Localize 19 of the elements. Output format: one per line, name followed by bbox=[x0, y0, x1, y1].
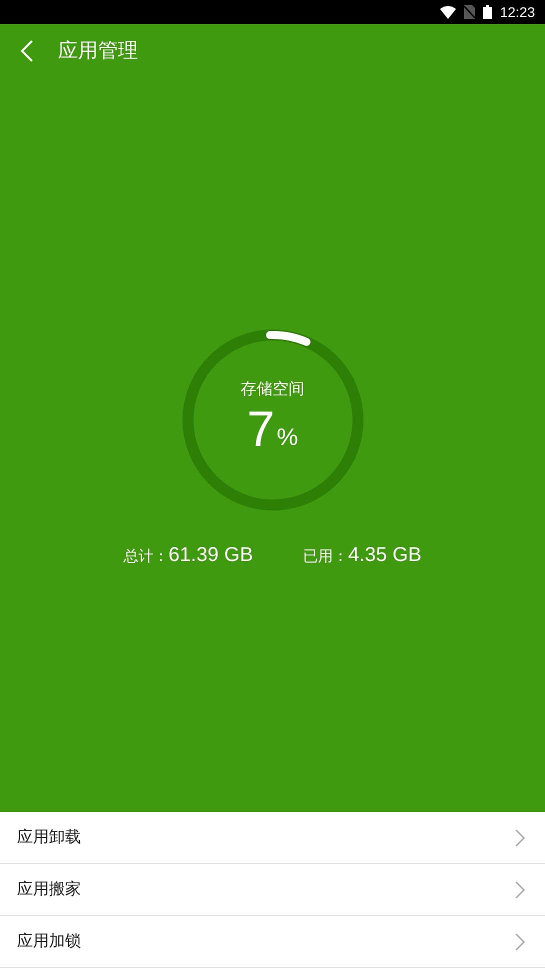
back-icon bbox=[20, 39, 34, 63]
status-time: 12:23 bbox=[500, 2, 535, 22]
percent-sign: % bbox=[276, 423, 298, 453]
page-title: 应用管理 bbox=[58, 39, 138, 64]
menu-item[interactable]: 应用卸载 bbox=[0, 812, 545, 864]
stat-value: 61.39 GB bbox=[168, 543, 254, 568]
no-sim-icon bbox=[464, 5, 475, 19]
wifi-icon bbox=[440, 6, 456, 18]
battery-icon bbox=[482, 5, 492, 19]
menu-item[interactable]: 应用搬家 bbox=[0, 864, 545, 916]
chevron-right-icon bbox=[515, 880, 525, 898]
stat-label: 已用： bbox=[303, 547, 348, 567]
chevron-right-icon bbox=[515, 828, 525, 846]
storage-percent: 7 bbox=[246, 402, 275, 456]
menu-item[interactable]: 应用加锁 bbox=[0, 916, 545, 968]
storage-label: 存储空间 bbox=[240, 380, 304, 400]
stat-label: 总计： bbox=[124, 547, 169, 567]
chevron-right-icon bbox=[515, 932, 525, 950]
stat-value: 4.35 GB bbox=[348, 543, 422, 568]
